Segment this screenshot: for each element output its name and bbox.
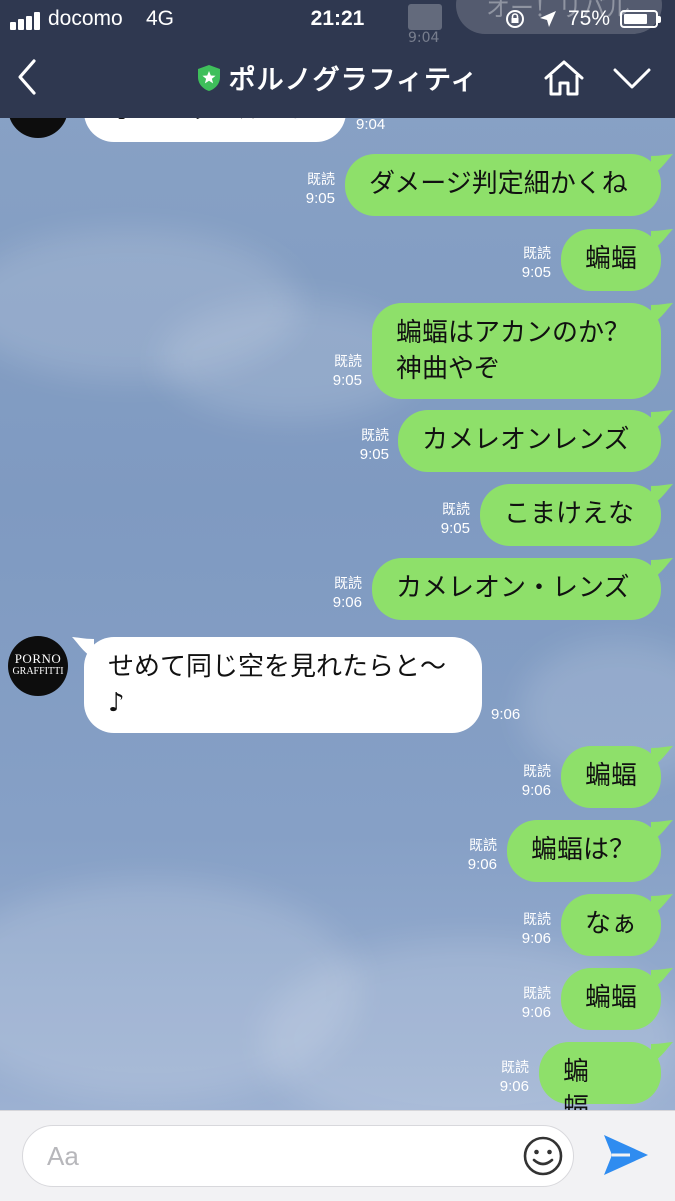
- message-time: 9:04: [356, 116, 386, 133]
- shield-star-icon: [197, 64, 220, 91]
- message-meta: 既読 9:06: [499, 1059, 529, 1095]
- peek-notification: オー！リバル: [456, 0, 662, 34]
- message-bubble-outgoing[interactable]: 蝙蝠: [561, 968, 661, 1030]
- peek-time: 9:04: [408, 30, 440, 46]
- message-bubble-outgoing[interactable]: 蝙蝠…: [539, 1042, 661, 1123]
- message-meta: 既読 9:05: [521, 245, 551, 281]
- message-bubble-outgoing[interactable]: なぁ: [561, 894, 661, 956]
- message-bubble-outgoing[interactable]: 蝙蝠は？: [507, 820, 661, 882]
- message-bubble-outgoing[interactable]: カメレオンレンズ: [398, 410, 661, 472]
- emoji-icon[interactable]: [521, 1134, 565, 1178]
- bubble-tail: [72, 637, 94, 659]
- message-input[interactable]: Aa: [22, 1125, 574, 1187]
- bubble-tail: [651, 746, 673, 768]
- bubble-tail: [651, 968, 673, 990]
- message-meta: 既読 9:05: [305, 171, 335, 207]
- message-meta: 既読 9:06: [332, 575, 362, 611]
- message-bubble-outgoing[interactable]: 蝙蝠: [561, 746, 661, 808]
- message-meta: 既読 9:05: [332, 353, 362, 389]
- bubble-tail: [651, 820, 673, 842]
- page-title: ポルノグラフィティ: [228, 65, 479, 96]
- avatar[interactable]: PORNO GRAFFITTI: [8, 636, 68, 696]
- message-meta: 既読 9:06: [521, 985, 551, 1021]
- message-meta: 既読 9:06: [521, 763, 551, 799]
- message-bubble-outgoing[interactable]: カメレオン・レンズ: [372, 558, 661, 620]
- message-meta: 既読 9:06: [467, 837, 497, 873]
- bubble-tail: [651, 303, 673, 325]
- message-bubble-outgoing[interactable]: 蝙蝠: [561, 229, 661, 291]
- bubble-tail: [651, 894, 673, 916]
- message-bubble-outgoing[interactable]: こまけえな: [480, 484, 661, 546]
- message-meta: 既読 9:06: [521, 911, 551, 947]
- message-input-placeholder: Aa: [47, 1141, 79, 1171]
- bubble-tail: [651, 229, 673, 251]
- bubble-tail: [651, 558, 673, 580]
- bubble-tail: [651, 484, 673, 506]
- message-bubble-outgoing[interactable]: ダメージ判定細かくね: [345, 154, 661, 216]
- message-meta: 既読 9:05: [440, 501, 470, 537]
- message-bubble-outgoing[interactable]: 蝙蝠はアカンのか？ 神曲やぞ: [372, 303, 661, 399]
- message-meta: 既読 9:05: [359, 427, 389, 463]
- send-icon[interactable]: [600, 1131, 652, 1179]
- message-bubble-incoming[interactable]: せめて同じ空を見れたらと〜 ♪: [84, 637, 482, 733]
- chevron-down-icon[interactable]: [610, 60, 654, 96]
- message-time: 9:06: [491, 706, 521, 723]
- home-icon[interactable]: [542, 56, 586, 100]
- input-bar: Aa: [0, 1110, 675, 1201]
- bubble-tail: [651, 410, 673, 432]
- bubble-tail: [651, 154, 673, 176]
- bubble-tail: [651, 1042, 673, 1064]
- peek-avatar: [408, 4, 442, 30]
- peek-text: オー！リバル: [486, 0, 630, 22]
- message-list[interactable]: PORNO GRAFFITTI オー！リバル〜♪ 9:04 ダメージ判定細かくね…: [0, 0, 675, 1123]
